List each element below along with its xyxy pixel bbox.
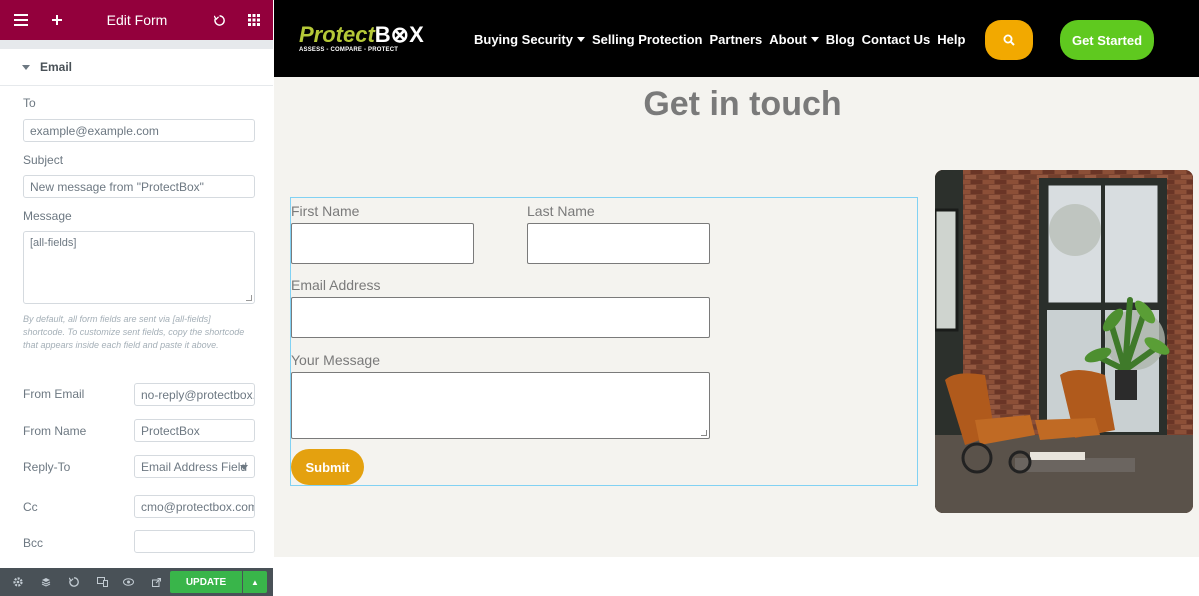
editor-panel: Edit Form Email To example@example.com S… [0,0,273,596]
submit-button[interactable]: Submit [291,449,364,485]
editor-title: Edit Form [106,12,168,28]
grid-icon[interactable] [237,0,271,40]
nav-label: Contact Us [861,32,931,47]
bcc-label: Bcc [23,536,44,550]
nav-label: Selling Protection [591,32,703,47]
section-title: Email [40,60,73,74]
logo-part-2: B⊗X [374,22,424,47]
subject-label: Subject [23,153,64,167]
main-nav: Buying Security Selling Protection Partn… [474,32,965,47]
nav-label: About [769,32,807,47]
history-icon[interactable] [66,568,82,596]
nav-item-blog[interactable]: Blog [826,32,855,47]
interior-photo-illustration [935,170,1193,513]
editor-body: Email To example@example.com Subject New… [0,49,273,568]
from-name-label: From Name [23,424,87,438]
responsive-icon[interactable] [94,568,110,596]
email-input[interactable] [291,297,710,338]
contact-section: Get in touch First Name Last Name Email … [274,77,1199,557]
message-label: Your Message [291,352,380,368]
subject-input[interactable]: New message from "ProtectBox" [23,175,255,198]
resize-handle-icon[interactable] [701,430,707,436]
to-input[interactable]: example@example.com [23,119,255,142]
nav-label: Buying Security [474,32,573,47]
caret-down-icon [576,37,585,42]
update-options-button[interactable]: ▲ [243,571,267,593]
hamburger-icon[interactable] [4,0,38,40]
history-icon[interactable] [202,0,236,40]
editor-footer: UPDATE ▲ [0,568,273,596]
nav-item-about[interactable]: About [769,32,819,47]
interior-photo [935,170,1193,513]
logo-part-1: Protect [299,22,375,47]
help-text: By default, all form fields are sent via… [23,314,245,350]
site-preview: ProtectB⊗X ASSESS - COMPARE - PROTECT Bu… [274,0,1199,596]
reply-to-value: Email Address Field [141,460,248,474]
nav-label: Partners [709,32,763,47]
nav-item-help[interactable]: Help [937,32,965,47]
nav-item-selling-protection[interactable]: Selling Protection [592,32,703,47]
get-started-button[interactable]: Get Started [1060,20,1154,60]
chevron-up-icon: ▲ [251,577,259,587]
nav-item-partners[interactable]: Partners [709,32,762,47]
layers-icon[interactable] [38,568,54,596]
reply-to-select[interactable]: Email Address Field [134,455,255,478]
nav-label: Blog [825,32,855,47]
logo-tagline: ASSESS - COMPARE - PROTECT [299,47,399,53]
last-name-input[interactable] [527,223,710,264]
site-logo[interactable]: ProtectB⊗X ASSESS - COMPARE - PROTECT [299,24,429,58]
from-email-input[interactable]: no-reply@protectbox.co [134,383,255,406]
from-email-label: From Email [23,387,85,401]
from-name-input[interactable]: ProtectBox [134,419,255,442]
to-label: To [23,96,36,110]
cc-input[interactable]: cmo@protectbox.com,t [134,495,255,518]
first-name-input[interactable] [291,223,474,264]
reply-to-label: Reply-To [23,460,71,474]
message-label: Message [23,209,72,223]
nav-item-contact-us[interactable]: Contact Us [862,32,931,47]
site-header: ProtectB⊗X ASSESS - COMPARE - PROTECT Bu… [274,0,1199,77]
section-toggle-email[interactable]: Email [0,49,273,86]
logo-wordmark: ProtectB⊗X [299,24,429,46]
message-textarea[interactable]: [all-fields] [23,231,255,304]
editor-tabs-bar [0,40,273,49]
external-link-icon[interactable] [148,568,164,596]
plus-icon[interactable] [40,0,74,40]
message-textarea[interactable] [291,372,710,439]
page-title: Get in touch [643,85,842,123]
preview-icon[interactable] [120,568,136,596]
nav-label: Help [937,32,966,47]
resize-handle-icon[interactable] [246,295,252,301]
email-label: Email Address [291,277,381,293]
message-value: [all-fields] [30,237,77,249]
first-name-label: First Name [291,203,360,219]
update-button[interactable]: UPDATE [170,571,242,593]
last-name-label: Last Name [527,203,595,219]
bcc-input[interactable] [134,530,255,553]
chevron-down-icon [240,465,248,470]
search-icon [1003,34,1015,46]
settings-icon[interactable] [10,568,26,596]
caret-down-icon [22,64,30,70]
cc-label: Cc [23,500,38,514]
contact-form: First Name Last Name Email Address Your … [290,197,918,486]
caret-down-icon [810,37,819,42]
editor-header: Edit Form [0,0,273,40]
search-button[interactable] [985,20,1033,60]
nav-item-buying-security[interactable]: Buying Security [474,32,585,47]
